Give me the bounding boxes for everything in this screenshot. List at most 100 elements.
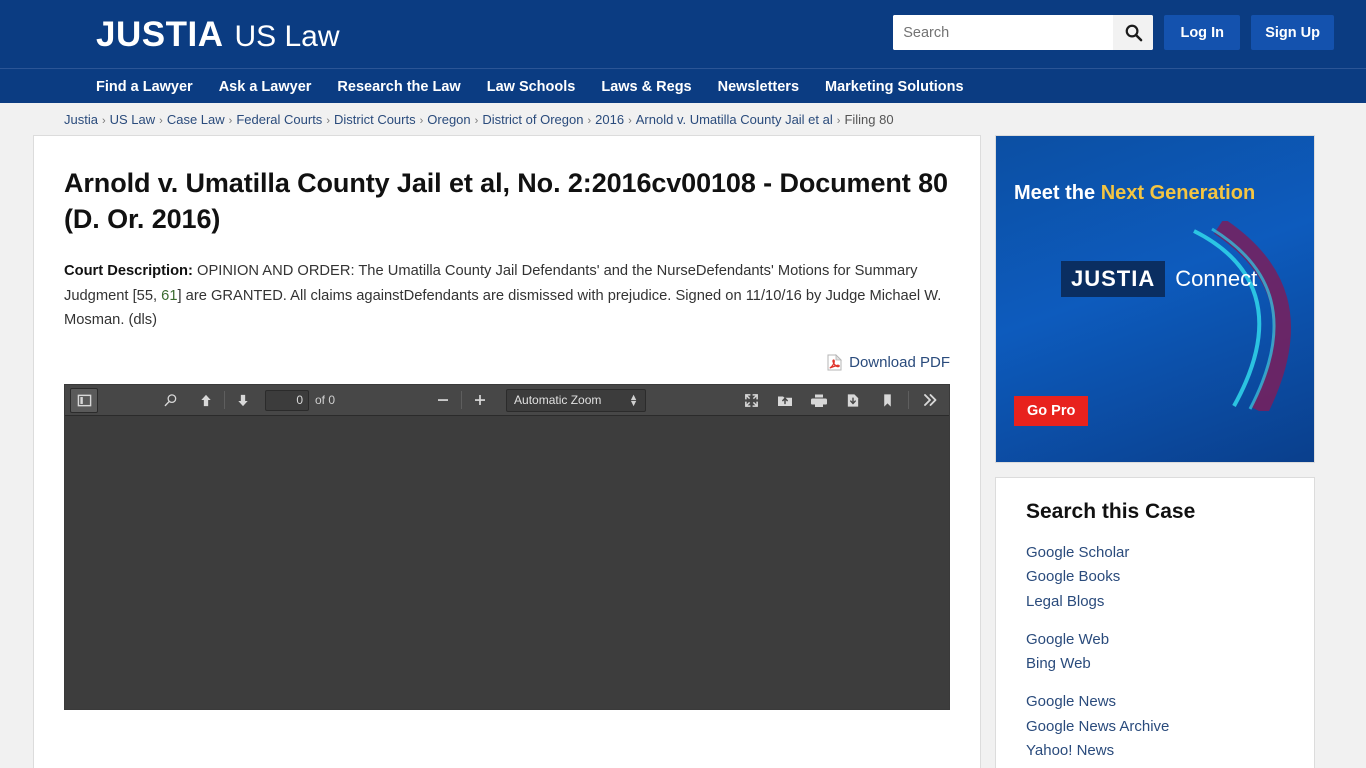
search-this-case-title: Search this Case: [1026, 500, 1196, 523]
site-header: JUSTIA US Law Log In Sign Up: [0, 0, 1366, 68]
breadcrumb-item-2016[interactable]: 2016: [595, 112, 624, 127]
pdf-next-page-button[interactable]: [229, 388, 257, 413]
toolbar-divider-2: [461, 391, 463, 410]
breadcrumb-item-arnold-v-umatilla-county-jail-et-al[interactable]: Arnold v. Umatilla County Jail et al: [636, 112, 833, 127]
breadcrumb: Justia › US Law › Case Law › Federal Courts › Di…: [64, 112, 894, 127]
search-link-bing-web[interactable]: Bing Web: [1026, 652, 1284, 676]
fullscreen-icon: [744, 394, 758, 407]
download-pdf-link[interactable]: Download PDF: [827, 354, 950, 371]
document-content-card: Arnold v. Umatilla County Jail et al, No…: [33, 135, 981, 768]
search-box: [893, 15, 1154, 50]
breadcrumb-separator: ›: [628, 114, 632, 127]
justia-connect-ad[interactable]: Meet the Next Generation JUSTIA Connect …: [995, 135, 1315, 463]
page-title: Arnold v. Umatilla County Jail et al, No…: [64, 168, 948, 234]
nav-item-newsletters[interactable]: Newsletters: [718, 79, 799, 95]
docket-entry-link-61[interactable]: 61: [161, 288, 177, 304]
breadcrumb-item-case-law[interactable]: Case Law: [167, 112, 225, 127]
pdf-zoom-out-button[interactable]: [429, 388, 457, 413]
breadcrumb-item-district-of-oregon[interactable]: District of Oregon: [482, 112, 583, 127]
ad-logo-row: JUSTIA Connect: [1061, 261, 1257, 297]
breadcrumb-separator: ›: [474, 114, 479, 127]
search-link-group: Google News Google News Archive Yahoo! New…: [1026, 690, 1284, 763]
login-button[interactable]: Log In: [1164, 15, 1241, 50]
go-pro-button[interactable]: Go Pro: [1014, 396, 1089, 426]
breadcrumb-item-filing-80: Filing 80: [844, 111, 894, 127]
ad-headline: Meet the Next Generation: [1014, 182, 1255, 205]
justia-logo[interactable]: JUSTIA US Law: [96, 17, 340, 52]
breadcrumb-bar: Justia › US Law › Case Law › Federal Courts › Di…: [0, 103, 1366, 135]
download-pdf-label: Download PDF: [849, 354, 950, 372]
nav-item-law-schools[interactable]: Law Schools: [487, 79, 576, 95]
nav-item-find-a-lawyer[interactable]: Find a Lawyer: [96, 79, 193, 95]
pdf-zoom-select[interactable]: Automatic ZoomActual SizePage FitPage Wi…: [506, 388, 647, 412]
nav-item-laws-regs[interactable]: Laws & Regs: [601, 79, 691, 95]
minus-icon: [438, 399, 449, 402]
nav-item-ask-a-lawyer[interactable]: Ask a Lawyer: [219, 79, 312, 95]
double-chevron-right-icon: [924, 394, 937, 407]
breadcrumb-item-oregon[interactable]: Oregon: [427, 112, 470, 127]
pdf-viewer: of 0 Automatic ZoomActual SizePage FitPa…: [64, 384, 950, 711]
ad-swoosh-decoration: [1193, 221, 1291, 411]
court-description: Court Description: OPINION AND ORDER: Th…: [64, 259, 950, 332]
breadcrumb-separator: ›: [587, 114, 592, 127]
signup-button[interactable]: Sign Up: [1251, 15, 1334, 50]
search-button[interactable]: [1113, 15, 1154, 50]
search-link-google-news[interactable]: Google News: [1026, 690, 1284, 714]
plus-icon: [475, 395, 486, 406]
right-sidebar: Meet the Next Generation JUSTIA Connect …: [995, 135, 1315, 768]
breadcrumb-separator: ›: [228, 114, 233, 127]
bookmark-icon: [883, 394, 891, 407]
search-input[interactable]: [893, 15, 1114, 50]
pdf-zoom-select-wrap: Automatic ZoomActual SizePage FitPage Wi…: [506, 388, 647, 412]
pdf-download-button[interactable]: [839, 388, 867, 413]
ad-connect-word: Connect: [1175, 266, 1258, 291]
pdf-print-button[interactable]: [805, 388, 833, 413]
search-this-case-links: Google Scholar Google Books Legal Blogs Goo…: [1026, 541, 1284, 763]
pdf-zoom-in-button[interactable]: [466, 388, 494, 413]
pdf-more-tools-button[interactable]: [916, 388, 944, 413]
breadcrumb-item-district-courts[interactable]: District Courts: [334, 112, 416, 127]
pdf-sidebar-toggle-button[interactable]: [70, 387, 98, 413]
main-navigation: Find a Lawyer Ask a Lawyer Research the La…: [0, 68, 1366, 103]
breadcrumb-separator: ›: [836, 114, 841, 127]
nav-item-research-the-law[interactable]: Research the Law: [337, 79, 460, 95]
page-body: Arnold v. Umatilla County Jail et al, No…: [0, 135, 1366, 768]
logo-uslaw-text: US Law: [234, 19, 340, 53]
pdf-file-icon: [827, 354, 843, 371]
pdf-toolbar-right-tools: [737, 388, 944, 413]
printer-icon: [811, 394, 827, 407]
breadcrumb-separator: ›: [326, 114, 330, 127]
search-link-legal-blogs[interactable]: Legal Blogs: [1026, 590, 1284, 614]
arrow-up-icon: [201, 394, 211, 407]
ad-headline-plain: Meet the: [1014, 182, 1101, 204]
logo-justia-text: JUSTIA: [96, 14, 224, 54]
pdf-canvas-area[interactable]: [65, 416, 949, 710]
header-actions: Log In Sign Up: [893, 15, 1334, 50]
search-link-yahoo-news[interactable]: Yahoo! News: [1026, 739, 1284, 763]
search-icon: [1125, 24, 1143, 42]
breadcrumb-separator: ›: [101, 114, 106, 127]
court-description-text-2: ] are GRANTED. All claims againstDefenda…: [64, 287, 942, 329]
sidebar-toggle-icon: [77, 394, 91, 407]
pdf-find-button[interactable]: [156, 388, 184, 413]
breadcrumb-item-us-law[interactable]: US Law: [110, 112, 156, 127]
nav-item-marketing-solutions[interactable]: Marketing Solutions: [825, 79, 964, 95]
pdf-open-file-button[interactable]: [771, 388, 799, 413]
breadcrumb-item-federal-courts[interactable]: Federal Courts: [236, 112, 322, 127]
breadcrumb-item-justia[interactable]: Justia: [64, 112, 98, 127]
ad-justia-logo: JUSTIA: [1061, 261, 1166, 297]
search-link-google-scholar[interactable]: Google Scholar: [1026, 541, 1284, 565]
pdf-bookmark-button[interactable]: [873, 388, 901, 413]
pdf-page-total-label: of 0: [315, 393, 336, 408]
court-description-label: Court Description:: [64, 263, 193, 280]
toolbar-divider-3: [908, 391, 909, 410]
pdf-presentation-mode-button[interactable]: [737, 388, 765, 413]
search-link-google-news-archive[interactable]: Google News Archive: [1026, 715, 1284, 739]
search-link-group: Google Web Bing Web: [1026, 628, 1284, 677]
pdf-previous-page-button[interactable]: [192, 388, 220, 413]
pdf-page-number-input[interactable]: [265, 389, 309, 411]
download-icon: [847, 394, 859, 407]
search-link-google-books[interactable]: Google Books: [1026, 565, 1284, 589]
search-link-google-web[interactable]: Google Web: [1026, 628, 1284, 652]
breadcrumb-separator: ›: [419, 114, 424, 127]
